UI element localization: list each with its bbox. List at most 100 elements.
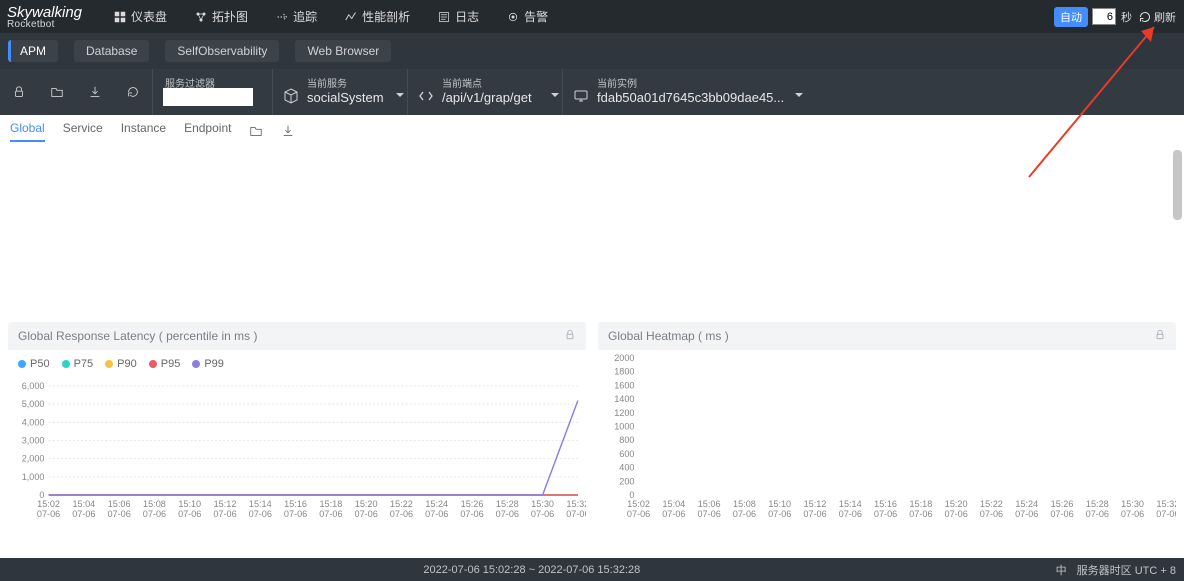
svg-text:07-06: 07-06 bbox=[531, 509, 554, 519]
download-button[interactable] bbox=[83, 80, 107, 104]
svg-text:2,000: 2,000 bbox=[22, 454, 45, 464]
subtab-endpoint[interactable]: Endpoint bbox=[184, 121, 231, 141]
svg-text:1000: 1000 bbox=[614, 422, 634, 432]
svg-text:15:02: 15:02 bbox=[37, 499, 60, 509]
svg-text:15:28: 15:28 bbox=[1086, 499, 1109, 509]
refresh-interval-input[interactable] bbox=[1092, 8, 1116, 25]
current-endpoint-group[interactable]: 当前端点 /api/v1/grap/get bbox=[407, 69, 562, 115]
service-filter-input[interactable] bbox=[163, 88, 253, 106]
svg-text:07-06: 07-06 bbox=[284, 509, 307, 519]
nav-dashboard[interactable]: 仪表盘 bbox=[114, 8, 167, 25]
svg-text:07-06: 07-06 bbox=[945, 509, 968, 519]
svg-text:15:32: 15:32 bbox=[1156, 499, 1176, 509]
svg-text:15:26: 15:26 bbox=[1051, 499, 1074, 509]
current-instance-value: fdab50a01d7645c3bb09dae45... bbox=[597, 90, 784, 105]
chart-legend: P50 P75 P90 P95 P99 bbox=[8, 350, 586, 378]
lock-icon bbox=[12, 85, 26, 99]
tab-webbrowser[interactable]: Web Browser bbox=[295, 40, 391, 62]
subtab-instance[interactable]: Instance bbox=[121, 121, 166, 141]
svg-text:15:24: 15:24 bbox=[1015, 499, 1038, 509]
svg-text:15:20: 15:20 bbox=[355, 499, 378, 509]
brand-subtitle: Rocketbot bbox=[7, 19, 84, 30]
brand-logo: Skywalking Rocketbot bbox=[7, 3, 84, 31]
nav-topology[interactable]: 拓扑图 bbox=[195, 8, 248, 25]
chart-title: Global Response Latency ( percentile in … bbox=[18, 329, 257, 343]
svg-text:07-06: 07-06 bbox=[72, 509, 95, 519]
svg-text:07-06: 07-06 bbox=[355, 509, 378, 519]
svg-text:07-06: 07-06 bbox=[909, 509, 932, 519]
dashboard-icon bbox=[114, 11, 126, 23]
svg-text:15:06: 15:06 bbox=[698, 499, 721, 509]
svg-text:07-06: 07-06 bbox=[143, 509, 166, 519]
svg-text:15:24: 15:24 bbox=[425, 499, 448, 509]
language-button[interactable]: 中 bbox=[1056, 562, 1067, 578]
current-service-value: socialSystem bbox=[307, 90, 384, 105]
svg-text:15:12: 15:12 bbox=[804, 499, 827, 509]
current-instance-label: 当前实例 bbox=[597, 75, 637, 90]
chevron-down-icon bbox=[794, 90, 804, 100]
svg-text:15:02: 15:02 bbox=[627, 499, 650, 509]
svg-text:200: 200 bbox=[619, 476, 634, 486]
svg-text:1200: 1200 bbox=[614, 408, 634, 418]
subtab-global[interactable]: Global bbox=[10, 121, 45, 141]
chart-lock-button[interactable] bbox=[564, 329, 576, 344]
svg-text:07-06: 07-06 bbox=[1086, 509, 1109, 519]
svg-text:07-06: 07-06 bbox=[874, 509, 897, 519]
reload-button[interactable] bbox=[121, 80, 145, 104]
current-instance-group[interactable]: 当前实例 fdab50a01d7645c3bb09dae45... bbox=[562, 69, 782, 115]
svg-text:07-06: 07-06 bbox=[768, 509, 791, 519]
chart-canvas: 01,0002,0003,0004,0005,0006,00015:0207-0… bbox=[8, 378, 586, 523]
svg-text:07-06: 07-06 bbox=[319, 509, 342, 519]
chart-global-heatmap: Global Heatmap ( ms ) 020040060080010001… bbox=[598, 322, 1176, 523]
nav-profile[interactable]: 性能剖析 bbox=[345, 8, 410, 25]
svg-text:07-06: 07-06 bbox=[107, 509, 130, 519]
nav-trace[interactable]: 追踪 bbox=[276, 8, 317, 25]
cube-icon bbox=[283, 88, 299, 104]
lock-button[interactable] bbox=[7, 80, 31, 104]
alarm-icon bbox=[507, 11, 519, 23]
current-endpoint-label: 当前端点 bbox=[442, 75, 482, 90]
download-small-button[interactable] bbox=[281, 124, 295, 138]
nav-log[interactable]: 日志 bbox=[438, 8, 479, 25]
trace-icon bbox=[276, 11, 288, 23]
chart-canvas: 020040060080010001200140016001800200015:… bbox=[598, 350, 1176, 523]
svg-text:6,000: 6,000 bbox=[22, 381, 45, 391]
svg-text:1,000: 1,000 bbox=[22, 472, 45, 482]
svg-text:07-06: 07-06 bbox=[733, 509, 756, 519]
svg-text:07-06: 07-06 bbox=[460, 509, 483, 519]
subtab-service[interactable]: Service bbox=[63, 121, 103, 141]
svg-text:600: 600 bbox=[619, 449, 634, 459]
svg-text:15:08: 15:08 bbox=[143, 499, 166, 509]
tab-selfobservability[interactable]: SelfObservability bbox=[165, 40, 279, 62]
svg-text:07-06: 07-06 bbox=[839, 509, 862, 519]
monitor-icon bbox=[573, 88, 589, 104]
tab-database[interactable]: Database bbox=[74, 40, 149, 62]
auto-refresh-toggle[interactable]: 自动 bbox=[1054, 7, 1088, 27]
folder-button[interactable] bbox=[45, 80, 69, 104]
time-range-label: 2022-07-06 15:02:28 ~ 2022-07-06 15:32:2… bbox=[8, 564, 1056, 576]
svg-text:15:22: 15:22 bbox=[980, 499, 1003, 509]
svg-text:07-06: 07-06 bbox=[662, 509, 685, 519]
svg-text:15:22: 15:22 bbox=[390, 499, 413, 509]
timezone-label: 服务器时区 UTC + 8 bbox=[1077, 562, 1176, 578]
seconds-unit-label: 秒 bbox=[1121, 9, 1132, 25]
current-service-group[interactable]: 当前服务 socialSystem bbox=[272, 69, 407, 115]
chart-lock-button[interactable] bbox=[1154, 329, 1166, 344]
current-service-label: 当前服务 bbox=[307, 75, 347, 90]
svg-text:15:12: 15:12 bbox=[214, 499, 237, 509]
lock-icon bbox=[564, 329, 576, 341]
svg-text:15:30: 15:30 bbox=[531, 499, 554, 509]
svg-text:15:20: 15:20 bbox=[945, 499, 968, 509]
vertical-scrollbar[interactable] bbox=[1173, 150, 1182, 220]
svg-text:07-06: 07-06 bbox=[1050, 509, 1073, 519]
folder-small-button[interactable] bbox=[249, 124, 263, 138]
chevron-down-icon bbox=[550, 90, 560, 100]
tab-apm[interactable]: APM bbox=[8, 40, 58, 62]
svg-text:07-06: 07-06 bbox=[1015, 509, 1038, 519]
nav-alarm[interactable]: 告警 bbox=[507, 8, 548, 25]
svg-text:4,000: 4,000 bbox=[22, 417, 45, 427]
refresh-button[interactable]: 刷新 bbox=[1139, 9, 1176, 25]
profile-icon bbox=[345, 11, 357, 23]
current-endpoint-value: /api/v1/grap/get bbox=[442, 90, 532, 105]
refresh-icon bbox=[1139, 11, 1151, 23]
